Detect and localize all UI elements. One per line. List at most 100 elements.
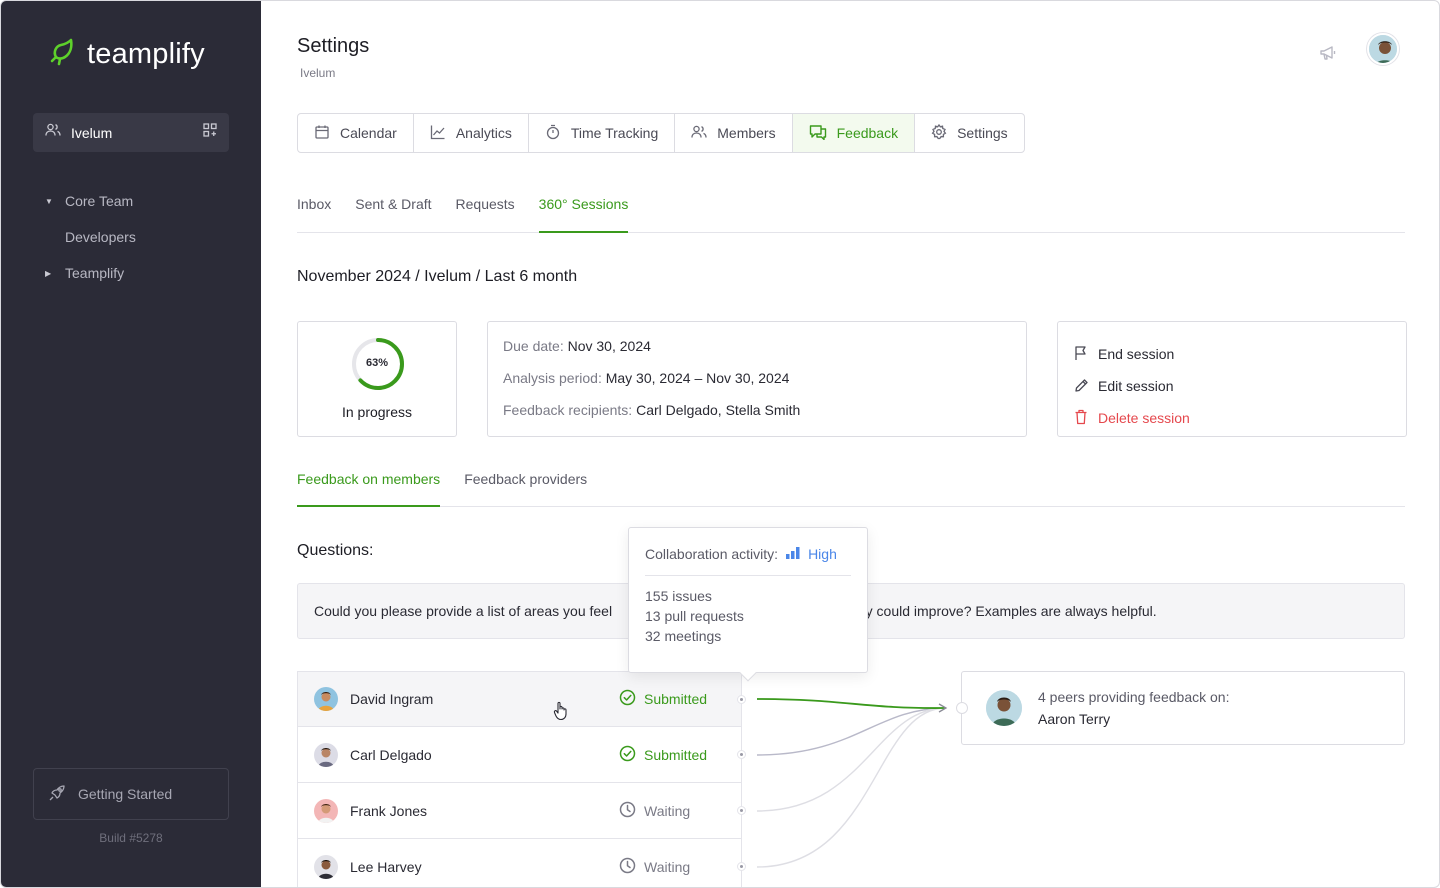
brand-logo[interactable]: teamplify bbox=[47, 37, 205, 72]
tab-label: Members bbox=[717, 125, 776, 141]
connector-dot bbox=[956, 702, 968, 714]
tab-calendar[interactable]: Calendar bbox=[298, 114, 414, 152]
progress-percent: 63% bbox=[365, 357, 389, 369]
avatar bbox=[986, 690, 1022, 726]
due-label: Due date: bbox=[503, 338, 564, 354]
list-item[interactable]: Carl Delgado Submitted bbox=[298, 727, 746, 783]
tab-label: Calendar bbox=[340, 125, 397, 141]
tooltip-label: Collaboration activity: bbox=[645, 546, 779, 562]
tab-feedback[interactable]: Feedback bbox=[792, 114, 916, 152]
list-item[interactable]: David Ingram Submitted bbox=[298, 671, 746, 727]
status-label: Submitted bbox=[644, 746, 708, 763]
sidebar-item-label: Core Team bbox=[65, 193, 134, 209]
delete-session-label: Delete session bbox=[1098, 410, 1190, 426]
tooltip-arrow bbox=[739, 664, 757, 682]
edit-session-button[interactable]: Edit session bbox=[1074, 370, 1390, 402]
list-item[interactable]: Frank Jones Waiting bbox=[298, 783, 746, 839]
session-breadcrumb: November 2024 / Ivelum / Last 6 month bbox=[297, 268, 578, 285]
avatar bbox=[314, 687, 338, 711]
app-window: teamplify Ivelum ▼ Core Team Developers … bbox=[0, 0, 1440, 888]
person-name: David Ingram bbox=[350, 691, 434, 707]
check-circle-icon bbox=[619, 745, 636, 765]
end-session-label: End session bbox=[1098, 346, 1175, 362]
connector-line-active bbox=[756, 698, 946, 709]
section-nav: Calendar Analytics Time Tracking Members… bbox=[297, 113, 1025, 153]
tab-label: Analytics bbox=[455, 125, 512, 141]
person-name: Carl Delgado bbox=[350, 746, 432, 763]
pencil-icon bbox=[1074, 377, 1088, 396]
status-badge: Waiting bbox=[619, 857, 725, 877]
recipients-row: Feedback recipients: Carl Delgado, Stell… bbox=[503, 402, 1011, 434]
connector-dot bbox=[737, 750, 746, 759]
period-value: May 30, 2024 – Nov 30, 2024 bbox=[605, 370, 790, 386]
status-badge: Submitted bbox=[619, 745, 725, 765]
bird-logo-icon bbox=[47, 37, 77, 72]
edit-session-label: Edit session bbox=[1098, 378, 1174, 394]
status-badge: Waiting bbox=[619, 801, 725, 821]
page-title: Settings bbox=[297, 35, 370, 57]
tab-members[interactable]: Members bbox=[675, 114, 793, 152]
status-label: Waiting bbox=[644, 858, 691, 875]
connector-dot bbox=[737, 806, 746, 815]
progress-card: 63% In progress bbox=[297, 321, 457, 437]
tab-label: Settings bbox=[957, 125, 1008, 141]
sidebar-item-teamplify[interactable]: ▶ Teamplify bbox=[45, 265, 124, 281]
pull-requests-count: 13 pull requests bbox=[645, 608, 744, 624]
status-label: Submitted bbox=[644, 691, 708, 707]
sidebar-item-label: Teamplify bbox=[65, 265, 125, 281]
getting-started-button[interactable]: Getting Started bbox=[33, 768, 229, 820]
analysis-period-row: Analysis period: May 30, 2024 – Nov 30, … bbox=[503, 370, 1011, 402]
feedback-view-tabs: Feedback on members Feedback providers bbox=[297, 461, 1405, 507]
page-subtitle: Ivelum bbox=[300, 66, 336, 80]
sidebar: teamplify Ivelum ▼ Core Team Developers … bbox=[1, 1, 261, 887]
connector-line bbox=[756, 707, 946, 868]
recipients-label: Feedback recipients: bbox=[503, 402, 633, 418]
user-avatar[interactable] bbox=[1367, 33, 1399, 65]
avatar bbox=[314, 798, 338, 823]
tab-settings[interactable]: Settings bbox=[915, 114, 1024, 152]
list-item[interactable]: Lee Harvey Waiting bbox=[298, 839, 746, 887]
sidebar-item-core-team[interactable]: ▼ Core Team bbox=[45, 193, 133, 209]
session-info-card: Due date: Nov 30, 2024 Analysis period: … bbox=[487, 321, 1027, 437]
tab-feedback-providers[interactable]: Feedback providers bbox=[464, 461, 587, 507]
workspace-switcher[interactable]: Ivelum bbox=[33, 113, 229, 152]
tab-sent-draft[interactable]: Sent & Draft bbox=[355, 187, 431, 233]
due-value: Nov 30, 2024 bbox=[567, 338, 651, 354]
chart-line-icon bbox=[430, 124, 446, 143]
build-number: Build #5278 bbox=[99, 831, 163, 845]
avatar bbox=[314, 854, 338, 879]
person-name: Lee Harvey bbox=[350, 858, 422, 875]
due-date-row: Due date: Nov 30, 2024 bbox=[503, 338, 1011, 370]
tab-requests[interactable]: Requests bbox=[456, 187, 515, 233]
tooltip-header: Collaboration activity: High bbox=[645, 546, 851, 576]
feedback-subtabs: Inbox Sent & Draft Requests 360° Session… bbox=[297, 187, 1405, 233]
trash-icon bbox=[1074, 409, 1088, 428]
sidebar-item-developers[interactable]: Developers bbox=[45, 229, 136, 245]
questions-heading: Questions: bbox=[297, 542, 374, 559]
session-actions-card: End session Edit session Delete session bbox=[1057, 321, 1407, 437]
chat-icon bbox=[809, 124, 827, 143]
tab-time-tracking[interactable]: Time Tracking bbox=[529, 114, 676, 152]
tab-analytics[interactable]: Analytics bbox=[414, 114, 529, 152]
hand-cursor-icon bbox=[553, 701, 571, 726]
delete-session-button[interactable]: Delete session bbox=[1074, 402, 1390, 434]
tab-feedback-on-members[interactable]: Feedback on members bbox=[297, 461, 441, 507]
tab-inbox[interactable]: Inbox bbox=[297, 187, 331, 233]
end-session-button[interactable]: End session bbox=[1074, 338, 1390, 370]
tab-label: Time Tracking bbox=[570, 125, 659, 141]
connector-dot bbox=[737, 694, 746, 704]
gear-icon bbox=[931, 123, 947, 143]
tab-360-sessions[interactable]: 360° Sessions bbox=[538, 187, 629, 233]
workspace-name: Ivelum bbox=[71, 124, 113, 141]
grid-add-icon[interactable] bbox=[203, 123, 217, 142]
peer-summary-card[interactable]: 4 peers providing feedback on: Aaron Ter… bbox=[956, 671, 1405, 745]
megaphone-icon[interactable] bbox=[1318, 43, 1338, 68]
bar-chart-icon bbox=[786, 546, 800, 562]
stopwatch-icon bbox=[545, 124, 561, 143]
clock-icon bbox=[619, 801, 636, 821]
connector-line bbox=[756, 707, 946, 812]
tooltip-level: High bbox=[808, 546, 837, 562]
progress-status: In progress bbox=[341, 404, 413, 420]
avatar bbox=[314, 742, 338, 767]
peer-target-name: Aaron Terry bbox=[1038, 711, 1111, 727]
